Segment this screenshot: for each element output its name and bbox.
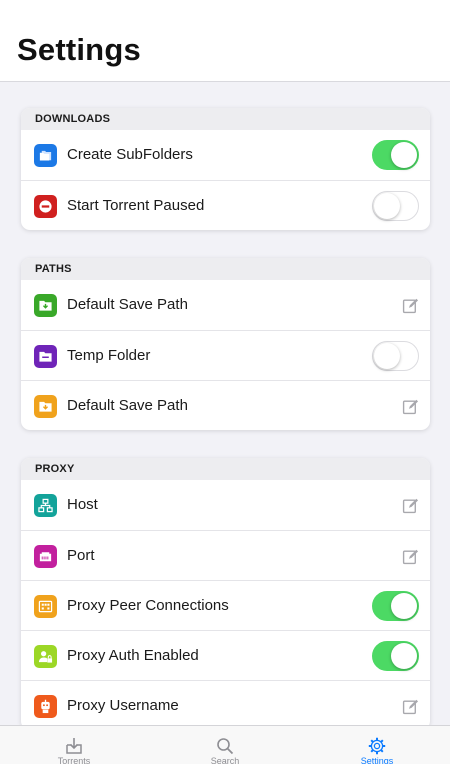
settings-scroll-view[interactable]: DOWNLOADS Create SubFolders Start Torren… bbox=[0, 83, 450, 725]
edit-icon[interactable] bbox=[402, 548, 419, 565]
row-label: Proxy Username bbox=[67, 697, 179, 714]
tab-label: Torrents bbox=[57, 756, 91, 764]
row-label: Temp Folder bbox=[67, 347, 151, 364]
row-host[interactable]: Host bbox=[21, 480, 430, 530]
section-header: DOWNLOADS bbox=[21, 108, 430, 130]
row-default-save-path[interactable]: Default Save Path bbox=[21, 280, 430, 330]
row-proxy-auth-enabled[interactable]: Proxy Auth Enabled bbox=[21, 630, 430, 680]
tab-label: Settings bbox=[360, 756, 394, 764]
edit-icon[interactable] bbox=[402, 497, 419, 514]
no-entry-icon bbox=[34, 195, 57, 218]
paths-section: PATHS Default Save Path Temp Folder Defa… bbox=[21, 258, 430, 430]
gear-icon bbox=[368, 737, 386, 755]
download-tray-icon bbox=[66, 738, 82, 754]
network-icon bbox=[34, 494, 57, 517]
row-label: Default Save Path bbox=[67, 296, 188, 313]
tab-bar: Torrents Search Settings bbox=[0, 725, 450, 764]
create-subfolders-toggle[interactable] bbox=[372, 140, 419, 170]
page-title: Settings bbox=[17, 32, 141, 67]
edit-icon[interactable] bbox=[402, 297, 419, 314]
temp-folder-toggle[interactable] bbox=[372, 341, 419, 371]
proxy-peer-connections-toggle[interactable] bbox=[372, 591, 419, 621]
row-temp-folder[interactable]: Temp Folder bbox=[21, 330, 430, 380]
tab-torrents[interactable]: Torrents bbox=[19, 726, 129, 764]
row-label: Host bbox=[67, 496, 98, 513]
ethernet-port-icon bbox=[34, 545, 57, 568]
row-proxy-peer-connections[interactable]: Proxy Peer Connections bbox=[21, 580, 430, 630]
folder-download-icon bbox=[34, 395, 57, 418]
row-create-subfolders[interactable]: Create SubFolders bbox=[21, 130, 430, 180]
folder-download-icon bbox=[34, 294, 57, 317]
folder-minus-icon bbox=[34, 345, 57, 368]
tab-label: Search bbox=[210, 756, 240, 764]
downloads-section: DOWNLOADS Create SubFolders Start Torren… bbox=[21, 108, 430, 230]
row-label: Default Save Path bbox=[67, 397, 188, 414]
row-label: Create SubFolders bbox=[67, 146, 193, 163]
row-proxy-username[interactable]: Proxy Username bbox=[21, 680, 430, 725]
section-header: PROXY bbox=[21, 458, 430, 480]
tab-settings[interactable]: Settings bbox=[322, 726, 432, 764]
row-start-torrent-paused[interactable]: Start Torrent Paused bbox=[21, 180, 430, 230]
folders-icon bbox=[34, 144, 57, 167]
row-label: Proxy Auth Enabled bbox=[67, 647, 199, 664]
row-port[interactable]: Port bbox=[21, 530, 430, 580]
navigation-header: Settings bbox=[0, 0, 450, 82]
tab-search[interactable]: Search bbox=[170, 726, 280, 764]
user-badge-icon bbox=[34, 695, 57, 718]
proxy-section: PROXY Host Port Proxy Peer Connections P… bbox=[21, 458, 430, 725]
start-torrent-paused-toggle[interactable] bbox=[372, 191, 419, 221]
connections-icon bbox=[34, 595, 57, 618]
edit-icon[interactable] bbox=[402, 698, 419, 715]
proxy-auth-enabled-toggle[interactable] bbox=[372, 641, 419, 671]
search-icon bbox=[217, 738, 234, 755]
section-header: PATHS bbox=[21, 258, 430, 280]
row-label: Proxy Peer Connections bbox=[67, 597, 229, 614]
row-label: Start Torrent Paused bbox=[67, 197, 205, 214]
row-label: Port bbox=[67, 547, 95, 564]
edit-icon[interactable] bbox=[402, 398, 419, 415]
row-default-save-path-2[interactable]: Default Save Path bbox=[21, 380, 430, 430]
user-lock-icon bbox=[34, 645, 57, 668]
